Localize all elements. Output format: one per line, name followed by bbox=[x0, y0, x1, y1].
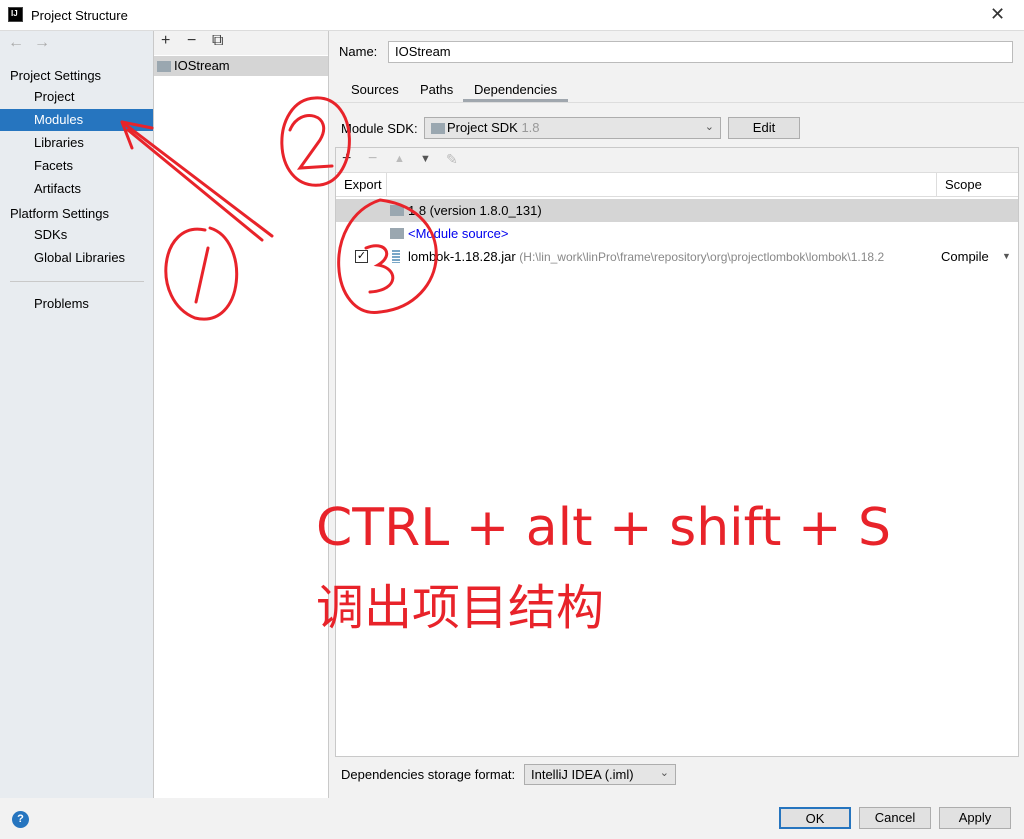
handwritten-annotations bbox=[120, 96, 438, 321]
circle-2-annotation bbox=[280, 96, 351, 187]
number-1-annotation bbox=[194, 246, 210, 304]
number-2-annotation bbox=[288, 114, 334, 170]
number-3-annotation bbox=[364, 244, 395, 294]
arrow-annotation bbox=[120, 120, 274, 242]
